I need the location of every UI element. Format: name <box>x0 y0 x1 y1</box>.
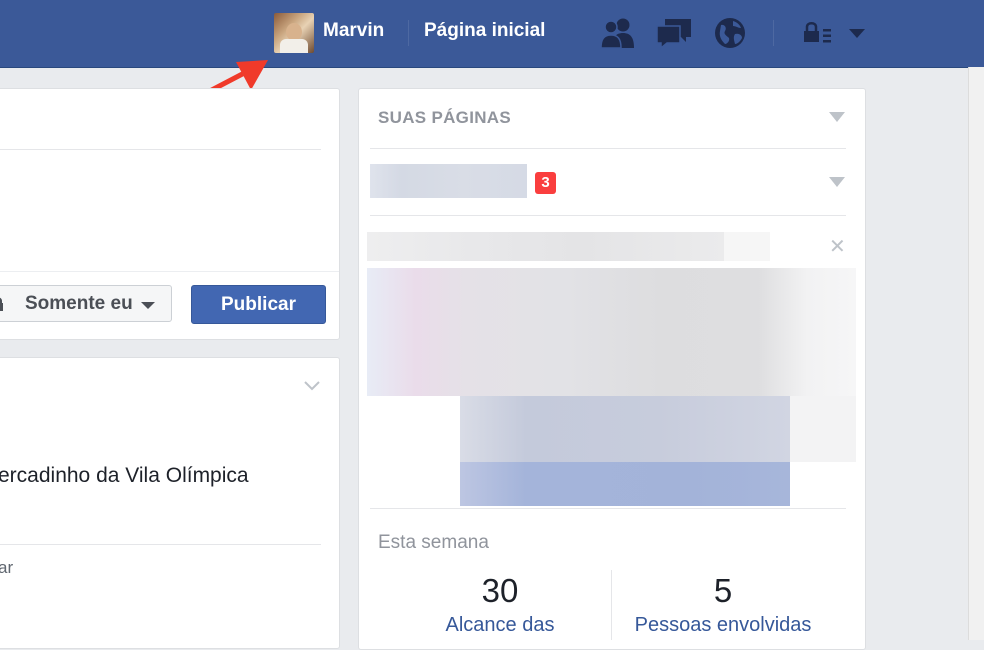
scrollbar[interactable] <box>968 67 984 640</box>
quick-help-lock-icon[interactable] <box>803 16 833 50</box>
composer-divider <box>0 149 321 150</box>
composer-footer-divider <box>0 271 339 272</box>
home-link[interactable]: Página inicial <box>424 20 545 42</box>
panel-divider <box>370 215 846 216</box>
post-options-chevron-icon[interactable] <box>303 380 321 392</box>
profile-avatar[interactable] <box>274 13 314 53</box>
account-menu-caret-icon[interactable] <box>847 16 867 50</box>
topbar-divider <box>408 20 409 46</box>
avatar-body <box>280 39 308 53</box>
profile-name-link[interactable]: Marvin <box>323 20 384 42</box>
post-text: ercadinho da Vila Olímpica <box>0 464 249 487</box>
topbar-divider <box>773 20 774 46</box>
publish-button[interactable]: Publicar <box>191 285 326 324</box>
privacy-selector-button[interactable]: Somente eu <box>0 285 172 322</box>
top-navigation-bar: Marvin Página inicial <box>0 0 984 68</box>
blurred-image <box>460 462 790 506</box>
blurred-image <box>460 396 790 462</box>
friend-requests-icon[interactable] <box>600 16 636 50</box>
blurred-row <box>367 232 724 261</box>
your-pages-title: SUAS PÁGINAS <box>378 108 512 127</box>
privacy-label: Somente eu <box>25 293 133 314</box>
reach-count: 30 <box>481 572 519 609</box>
panel-divider <box>370 508 846 509</box>
reach-link[interactable]: Alcance das <box>420 614 580 637</box>
post-divider <box>0 544 321 545</box>
notifications-globe-icon[interactable] <box>713 16 749 50</box>
lock-icon <box>0 297 3 311</box>
engagement-count: 5 <box>713 572 733 609</box>
this-week-label: Esta semana <box>378 532 489 553</box>
stats-divider <box>611 570 612 640</box>
blurred-row-end <box>724 232 770 261</box>
caret-down-icon <box>141 302 155 309</box>
close-icon[interactable]: ✕ <box>829 234 846 259</box>
blurred-image <box>790 396 856 462</box>
blurred-image <box>367 268 856 396</box>
engagement-link[interactable]: Pessoas envolvidas <box>623 614 823 637</box>
notification-count-badge: 3 <box>535 172 556 194</box>
post-footer-action[interactable]: ar <box>0 558 13 578</box>
panel-options-caret-icon[interactable] <box>829 112 845 122</box>
page-name-blurred[interactable] <box>370 164 527 198</box>
page-options-caret-icon[interactable] <box>829 177 845 187</box>
panel-divider <box>370 148 846 149</box>
messages-icon[interactable] <box>656 16 692 50</box>
post-card <box>0 357 340 649</box>
